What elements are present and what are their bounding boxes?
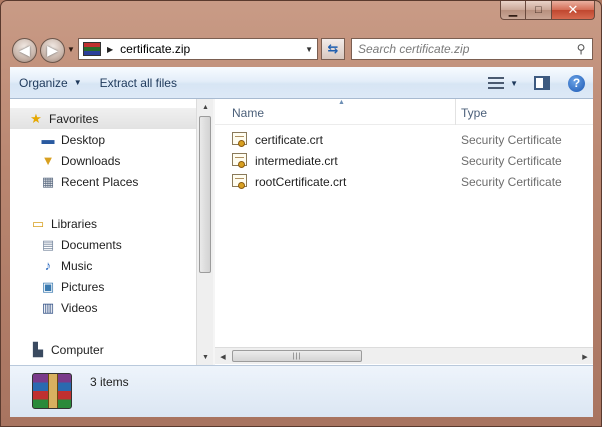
nav-recent-places-label: Recent Places xyxy=(61,174,139,189)
address-bar[interactable]: ▶ certificate.zip ▼ xyxy=(78,38,318,60)
file-row[interactable]: rootCertificate.crt Security Certificate xyxy=(215,171,593,192)
nav-computer-label: Computer xyxy=(51,342,104,357)
nav-documents-label: Documents xyxy=(61,237,122,252)
help-icon[interactable]: ? xyxy=(568,74,585,92)
chevron-down-icon: ▼ xyxy=(73,78,82,87)
downloads-folder-icon: ▼ xyxy=(41,153,55,168)
nav-desktop-label: Desktop xyxy=(61,132,106,147)
arrow-right-icon: ▶ xyxy=(47,42,58,58)
file-type: Security Certificate xyxy=(461,175,562,189)
nav-scrollbar-thumb[interactable] xyxy=(199,116,211,273)
nav-pane-scrollbar[interactable]: ▲ ▼ xyxy=(196,99,213,365)
minimize-button[interactable]: ▁ xyxy=(500,1,526,20)
file-name: certificate.crt xyxy=(255,133,324,147)
nav-music[interactable]: ♪ Music xyxy=(40,255,93,276)
file-type: Security Certificate xyxy=(461,154,562,168)
command-bar: Organize ▼ Extract all files ▼ ? xyxy=(10,67,593,99)
nav-documents[interactable]: ▤ Documents xyxy=(40,234,122,255)
documents-icon: ▤ xyxy=(41,236,55,252)
extract-all-button[interactable]: Extract all files xyxy=(91,71,186,95)
column-divider[interactable] xyxy=(455,99,456,125)
preview-pane-icon[interactable] xyxy=(534,76,550,90)
scroll-left-icon[interactable]: ◀ xyxy=(215,348,231,365)
search-icon[interactable]: ⚲ xyxy=(570,42,592,56)
view-controls: ▼ ? xyxy=(488,67,585,99)
forward-button[interactable]: ▶ xyxy=(40,38,65,63)
file-row[interactable]: certificate.crt Security Certificate xyxy=(215,129,593,150)
recent-pages-dropdown[interactable]: ▼ xyxy=(67,45,75,54)
close-button[interactable]: ✕ xyxy=(552,1,595,20)
chevron-down-icon[interactable]: ▼ xyxy=(305,45,313,54)
music-icon: ♪ xyxy=(44,258,52,273)
search-input[interactable] xyxy=(358,40,570,58)
maximize-button[interactable]: □ xyxy=(526,1,552,20)
certificate-file-icon xyxy=(232,174,247,189)
libraries-icon: ▭ xyxy=(31,215,45,231)
search-box[interactable]: ⚲ xyxy=(351,38,593,60)
navigation-pane: ★ Favorites ▬ Desktop ▼ Downloads ▦ Rece… xyxy=(10,99,196,365)
nav-videos-label: Videos xyxy=(61,300,98,315)
extract-all-label: Extract all files xyxy=(99,75,177,90)
nav-recent-places[interactable]: ▦ Recent Places xyxy=(40,171,139,192)
nav-downloads[interactable]: ▼ Downloads xyxy=(40,150,121,171)
chevron-down-icon[interactable]: ▼ xyxy=(510,79,518,88)
scroll-right-icon[interactable]: ▶ xyxy=(577,348,593,365)
details-pane: 3 items xyxy=(10,365,593,417)
refresh-icon: ⇆ xyxy=(327,41,339,56)
nav-videos[interactable]: ▥ Videos xyxy=(40,297,98,318)
refresh-button[interactable]: ⇆ xyxy=(321,38,345,60)
nav-pictures-label: Pictures xyxy=(61,279,105,294)
nav-pictures[interactable]: ▣ Pictures xyxy=(40,276,105,297)
organize-label: Organize xyxy=(19,75,68,90)
item-count: 3 items xyxy=(90,375,129,389)
nav-music-label: Music xyxy=(61,258,93,273)
arrow-left-icon: ◀ xyxy=(19,42,30,58)
organize-button[interactable]: Organize ▼ xyxy=(10,71,91,95)
chevron-right-icon[interactable]: ▶ xyxy=(107,45,113,54)
address-path[interactable]: certificate.zip xyxy=(120,42,190,56)
explorer-window: ▁ □ ✕ ◀ ▶ ▼ ▶ certificate.zip ▼ ⇆ ⚲ Orga… xyxy=(0,0,602,427)
column-header-type[interactable]: Type xyxy=(461,106,487,120)
nav-favorites-label: Favorites xyxy=(49,111,99,126)
videos-icon: ▥ xyxy=(41,299,55,315)
archive-icon xyxy=(83,42,101,56)
nav-libraries[interactable]: ▭ Libraries xyxy=(30,213,97,234)
nav-desktop[interactable]: ▬ Desktop xyxy=(40,129,106,150)
certificate-file-icon xyxy=(232,132,247,147)
nav-libraries-label: Libraries xyxy=(51,216,98,231)
sort-ascending-icon: ▲ xyxy=(338,99,345,106)
scroll-down-icon[interactable]: ▼ xyxy=(197,349,214,365)
recent-places-icon: ▦ xyxy=(41,173,55,189)
nav-computer[interactable]: ▙ Computer xyxy=(30,339,104,360)
scroll-up-icon[interactable]: ▲ xyxy=(197,99,214,115)
desktop-icon: ▬ xyxy=(41,132,55,147)
computer-icon: ▙ xyxy=(33,341,43,357)
back-button[interactable]: ◀ xyxy=(12,38,37,63)
content-area: ★ Favorites ▬ Desktop ▼ Downloads ▦ Rece… xyxy=(10,99,593,365)
pictures-icon: ▣ xyxy=(41,278,55,294)
hscrollbar-thumb[interactable]: ||| xyxy=(232,350,362,362)
file-list: ▲ Name Type certificate.crt Security Cer… xyxy=(215,99,593,365)
column-header-row: ▲ Name Type xyxy=(215,99,593,125)
file-list-hscrollbar[interactable]: ◀ ||| ▶ xyxy=(215,347,593,364)
nav-favorites[interactable]: ★ Favorites xyxy=(10,108,196,129)
file-row[interactable]: intermediate.crt Security Certificate xyxy=(215,150,593,171)
winrar-archive-icon xyxy=(32,373,72,409)
views-icon[interactable] xyxy=(488,77,505,89)
nav-downloads-label: Downloads xyxy=(61,153,121,168)
caption-buttons: ▁ □ ✕ xyxy=(500,1,595,20)
file-type: Security Certificate xyxy=(461,133,562,147)
column-header-name[interactable]: Name xyxy=(232,106,264,120)
certificate-file-icon xyxy=(232,153,247,168)
file-name: intermediate.crt xyxy=(255,154,338,168)
file-name: rootCertificate.crt xyxy=(255,175,347,189)
star-icon: ★ xyxy=(30,110,42,126)
